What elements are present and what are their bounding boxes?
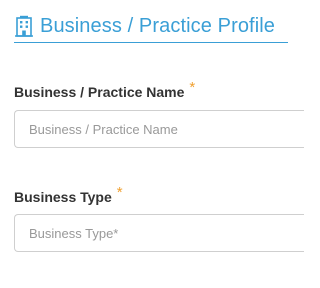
page-title: Business / Practice Profile: [40, 14, 276, 37]
section-header: Business / Practice Profile: [14, 10, 288, 42]
header-divider: [14, 42, 288, 43]
required-marker: *: [189, 79, 196, 96]
required-marker: *: [116, 184, 123, 201]
business-type-input[interactable]: [14, 214, 304, 252]
business-type-label: Business Type *: [14, 184, 123, 206]
business-type-label-text: Business Type: [14, 189, 112, 205]
business-name-label-text: Business / Practice Name: [14, 84, 185, 100]
business-name-input[interactable]: [14, 110, 304, 148]
building-icon: [14, 14, 34, 38]
business-profile-page: Business / Practice Profile Business / P…: [0, 0, 304, 288]
business-name-label: Business / Practice Name *: [14, 79, 195, 101]
